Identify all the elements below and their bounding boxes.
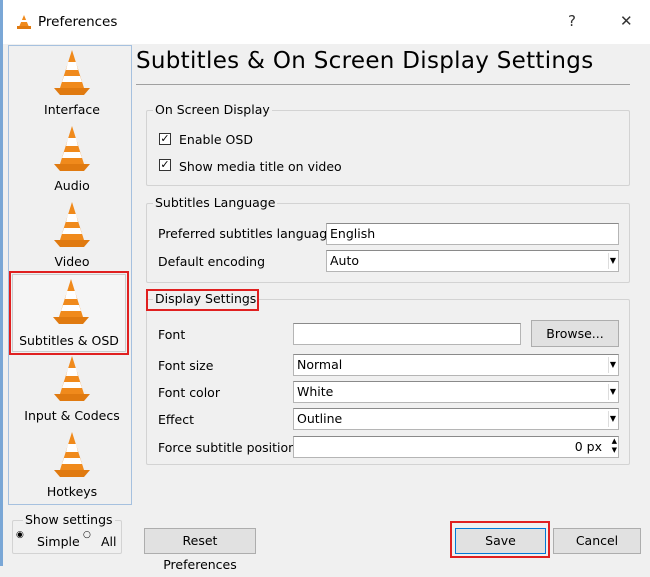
all-radio-label[interactable]: All — [101, 534, 117, 549]
sidebar-item-label: Hotkeys — [14, 484, 130, 499]
default-encoding-value: Auto — [330, 253, 359, 268]
osd-group: On Screen Display ✓ Enable OSD ✓ Show me… — [146, 110, 630, 186]
show-title-checkbox[interactable]: ✓ — [159, 159, 171, 171]
help-button[interactable]: ? — [568, 12, 576, 30]
preferred-language-input[interactable]: English — [326, 223, 619, 245]
show-title-label[interactable]: Show media title on video — [179, 159, 342, 174]
chevron-down-icon: ▼ — [608, 253, 617, 269]
font-input[interactable] — [293, 323, 521, 345]
sidebar-item-input-codecs[interactable]: Input & Codecs — [14, 352, 130, 428]
font-size-value: Normal — [297, 357, 342, 372]
osd-group-label: On Screen Display — [153, 102, 272, 117]
window-title: Preferences — [38, 14, 117, 30]
sidebar-item-label: Video — [14, 254, 130, 269]
spin-arrows-icon[interactable]: ▲▼ — [612, 437, 617, 455]
default-encoding-select[interactable]: Auto ▼ — [326, 250, 619, 272]
font-size-select[interactable]: Normal ▼ — [293, 354, 619, 376]
chevron-down-icon: ▼ — [608, 357, 617, 373]
font-color-label: Font color — [158, 385, 220, 400]
display-settings-group: Display Settings Font Browse... Font siz… — [146, 299, 630, 465]
page-title: Subtitles & On Screen Display Settings — [136, 48, 594, 74]
effect-value: Outline — [297, 411, 342, 426]
subtitle-position-value: 0 px — [575, 439, 602, 454]
display-settings-highlight — [146, 289, 259, 311]
reset-preferences-button[interactable]: Reset Preferences — [144, 528, 256, 554]
show-settings-label: Show settings — [23, 512, 115, 527]
cancel-button[interactable]: Cancel — [553, 528, 641, 554]
default-encoding-label: Default encoding — [158, 254, 265, 269]
sidebar-item-label: Subtitles & OSD — [13, 333, 125, 348]
vlc-icon — [16, 14, 32, 30]
enable-osd-label[interactable]: Enable OSD — [179, 132, 253, 147]
preferred-language-label: Preferred subtitles language — [158, 226, 335, 241]
font-label: Font — [158, 327, 185, 342]
title-divider — [136, 84, 630, 85]
subtitle-position-label: Force subtitle position — [158, 440, 296, 455]
subtitles-language-label: Subtitles Language — [153, 195, 277, 210]
effect-select[interactable]: Outline ▼ — [293, 408, 619, 430]
simple-radio[interactable]: ◉ — [16, 530, 24, 540]
close-button[interactable]: ✕ — [620, 12, 633, 30]
browse-button[interactable]: Browse... — [531, 320, 619, 347]
sidebar-item-label: Audio — [14, 178, 130, 193]
enable-osd-checkbox[interactable]: ✓ — [159, 133, 171, 145]
simple-radio-label[interactable]: Simple — [37, 534, 80, 549]
font-color-select[interactable]: White ▼ — [293, 381, 619, 403]
sidebar-item-video[interactable]: Video — [14, 198, 130, 274]
show-settings-group: Show settings ◉ Simple ○ All — [12, 520, 122, 554]
font-color-value: White — [297, 384, 333, 399]
sidebar-item-hotkeys[interactable]: Hotkeys — [14, 428, 130, 504]
chevron-down-icon: ▼ — [608, 411, 617, 427]
sidebar-item-audio[interactable]: Audio — [14, 122, 130, 198]
chevron-down-icon: ▼ — [608, 384, 617, 400]
effect-label: Effect — [158, 412, 194, 427]
sidebar-item-label: Interface — [14, 102, 130, 117]
title-bar: Preferences ? ✕ — [0, 0, 650, 44]
save-highlight — [450, 521, 550, 558]
font-size-label: Font size — [158, 358, 213, 373]
subtitle-position-spinbox[interactable]: 0 px ▲▼ — [293, 436, 619, 458]
sidebar-item-subtitles-osd[interactable]: Subtitles & OSD — [12, 274, 126, 352]
all-radio[interactable]: ○ — [83, 530, 91, 540]
subtitles-language-group: Subtitles Language Preferred subtitles l… — [146, 203, 630, 283]
sidebar-item-label: Input & Codecs — [14, 408, 130, 423]
sidebar-item-interface[interactable]: Interface — [14, 46, 130, 122]
